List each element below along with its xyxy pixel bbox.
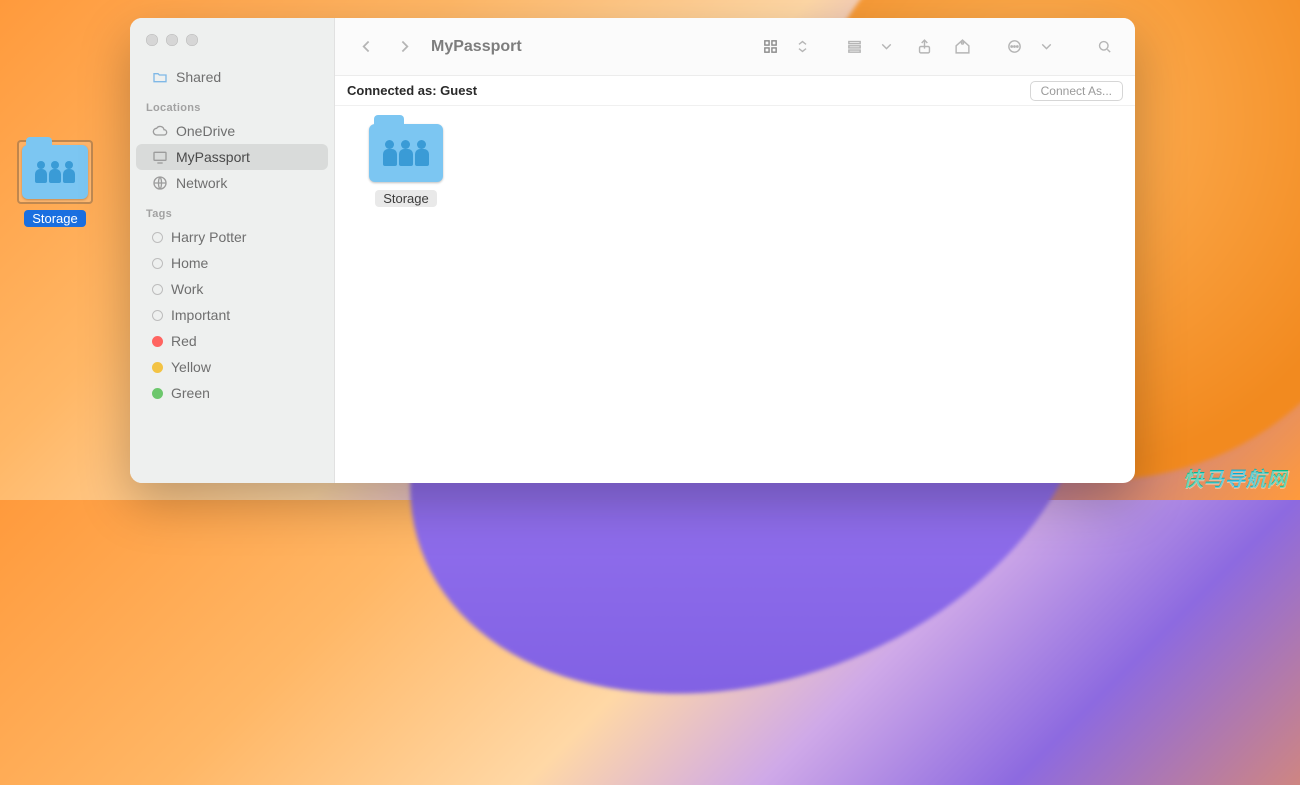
finder-toolbar: MyPassport [335,18,1135,76]
chevron-down-icon[interactable] [1031,33,1061,61]
sidebar-section-locations: Locations [130,90,334,118]
desktop-shared-folder[interactable]: Storage [15,140,95,227]
shared-folder-sidebar-icon [152,69,168,85]
chevron-down-icon[interactable] [871,33,901,61]
sidebar-item-label: Home [171,255,208,271]
finder-sidebar: Shared Locations OneDrive MyPassport Net… [130,18,335,483]
tag-dot-icon [152,362,163,373]
sidebar-tag-home[interactable]: Home [136,250,328,276]
group-by-button[interactable] [839,33,869,61]
tag-dot-icon [152,284,163,295]
watermark-text: 快马导航网 [1183,463,1288,492]
sidebar-tag-green[interactable]: Green [136,380,328,406]
connect-as-button[interactable]: Connect As... [1030,81,1123,101]
sidebar-tag-work[interactable]: Work [136,276,328,302]
sidebar-item-label: OneDrive [176,123,235,139]
zoom-button[interactable] [186,34,198,46]
sidebar-item-network[interactable]: Network [136,170,328,196]
finder-content-area[interactable]: Storage [335,106,1135,483]
cloud-icon [152,123,168,139]
sidebar-item-label: Work [171,281,203,297]
sidebar-item-label: Red [171,333,197,349]
sidebar-tag-harry-potter[interactable]: Harry Potter [136,224,328,250]
sidebar-item-label: Yellow [171,359,211,375]
sidebar-item-onedrive[interactable]: OneDrive [136,118,328,144]
desktop-folder-label: Storage [24,210,86,227]
tag-dot-icon [152,388,163,399]
tag-dot-icon [152,232,163,243]
minimize-button[interactable] [166,34,178,46]
sidebar-item-label: MyPassport [176,149,250,165]
shared-folder-icon [22,145,88,199]
sidebar-item-label: Shared [176,69,221,85]
more-actions-button[interactable] [999,33,1029,61]
sidebar-item-label: Network [176,175,227,191]
close-button[interactable] [146,34,158,46]
connection-info-bar: Connected as: Guest Connect As... [335,76,1135,106]
globe-icon [152,175,168,191]
sidebar-section-tags: Tags [130,196,334,224]
finder-main: MyPassport [335,18,1135,483]
share-button[interactable] [909,33,939,61]
window-controls [130,28,334,64]
tag-dot-icon [152,336,163,347]
connection-status-text: Connected as: Guest [347,83,477,98]
desktop-folder-selection [17,140,93,204]
folder-item-storage[interactable]: Storage [361,124,451,207]
display-icon [152,149,168,165]
back-button[interactable] [351,33,381,61]
view-mode-button[interactable] [755,33,785,61]
shared-folder-icon [369,124,443,182]
sidebar-item-label: Green [171,385,210,401]
sidebar-tag-yellow[interactable]: Yellow [136,354,328,380]
view-options-chevron-icon[interactable] [787,33,817,61]
tag-dot-icon [152,258,163,269]
sidebar-item-mypassport[interactable]: MyPassport [136,144,328,170]
forward-button[interactable] [389,33,419,61]
tags-button[interactable] [947,33,977,61]
search-button[interactable] [1089,33,1119,61]
folder-item-label: Storage [375,190,437,207]
window-title: MyPassport [431,38,522,56]
tag-dot-icon [152,310,163,321]
finder-window: Shared Locations OneDrive MyPassport Net… [130,18,1135,483]
sidebar-tag-important[interactable]: Important [136,302,328,328]
sidebar-item-shared[interactable]: Shared [136,64,328,90]
sidebar-item-label: Important [171,307,230,323]
sidebar-tag-red[interactable]: Red [136,328,328,354]
sidebar-item-label: Harry Potter [171,229,246,245]
